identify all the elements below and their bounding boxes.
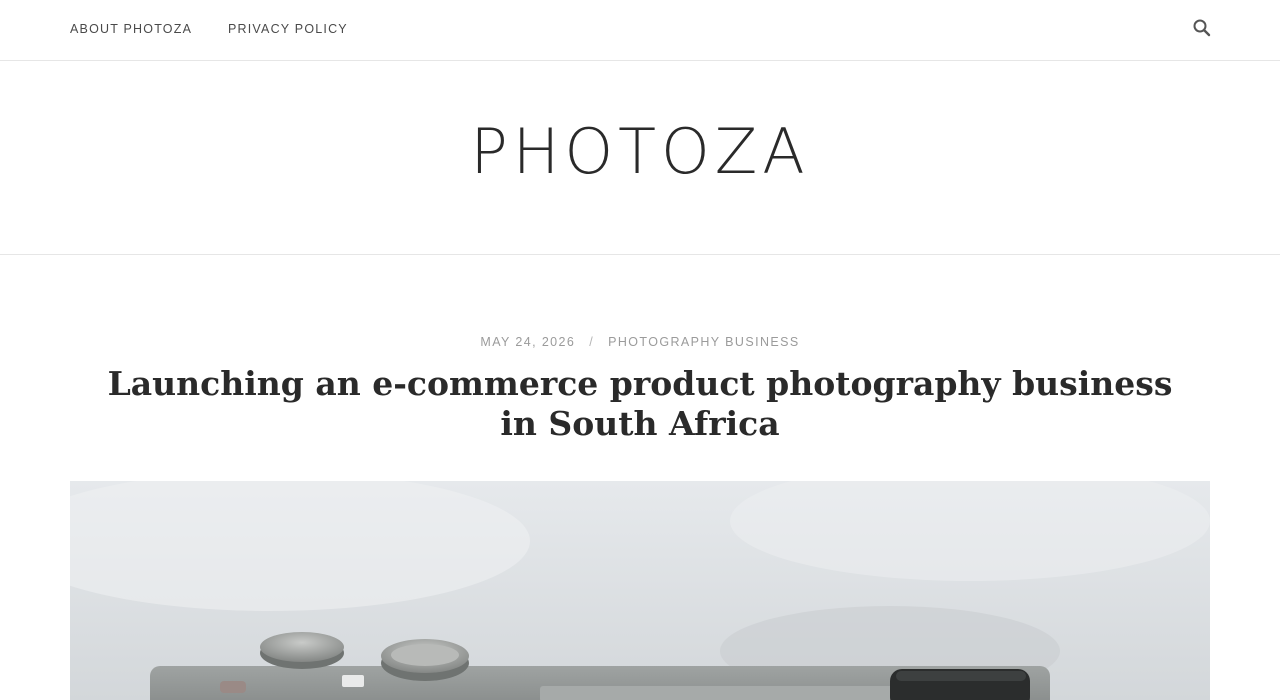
site-header: PHOTOZA [0,61,1280,255]
top-navigation: ABOUT PHOTOZA PRIVACY POLICY [0,0,1280,61]
site-title[interactable]: PHOTOZA [0,121,1280,183]
featured-image[interactable] [70,481,1210,700]
post-meta: MAY 24, 2026 / PHOTOGRAPHY BUSINESS [0,335,1280,349]
nav-link-privacy-policy[interactable]: PRIVACY POLICY [228,22,348,36]
search-button[interactable] [1190,16,1214,40]
search-icon [1193,19,1211,37]
post-title[interactable]: Launching an e-commerce product photogra… [90,364,1190,444]
post-category-link[interactable]: PHOTOGRAPHY BUSINESS [608,335,799,349]
nav-link-about[interactable]: ABOUT PHOTOZA [70,22,192,36]
meta-separator: / [589,335,595,349]
post-date: MAY 24, 2026 [480,335,576,349]
camera-photo-image [70,481,1210,700]
